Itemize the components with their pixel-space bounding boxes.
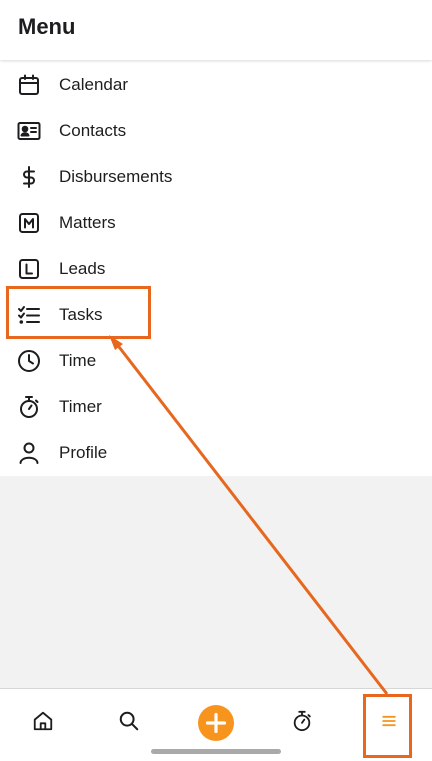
menu-item-leads[interactable]: Leads	[0, 246, 432, 292]
stopwatch-icon	[291, 710, 313, 732]
menu-item-disbursements[interactable]: Disbursements	[0, 154, 432, 200]
menu-item-label: Contacts	[59, 121, 127, 140]
page-title: Menu	[18, 14, 76, 39]
search-button[interactable]	[111, 703, 147, 739]
empty-content-area	[0, 476, 432, 688]
menu-item-timer[interactable]: Timer	[0, 384, 432, 430]
menu-item-contacts[interactable]: Contacts	[0, 108, 432, 154]
menu-item-label: Profile	[59, 443, 108, 462]
timer-nav-button[interactable]	[284, 703, 320, 739]
menu-item-label: Calendar	[59, 75, 128, 94]
person-icon	[17, 441, 41, 465]
menu-item-calendar[interactable]: Calendar	[0, 62, 432, 108]
menu-item-label: Timer	[59, 397, 102, 416]
menu-item-label: Time	[59, 351, 97, 370]
menu-item-matters[interactable]: Matters	[0, 200, 432, 246]
add-button[interactable]	[198, 704, 234, 746]
home-icon	[32, 710, 54, 732]
bottom-navigation-bar	[0, 688, 432, 761]
menu-item-profile[interactable]: Profile	[0, 430, 432, 476]
plus-icon	[198, 704, 234, 746]
menu-item-tasks[interactable]: Tasks	[0, 292, 432, 338]
calendar-icon	[17, 73, 41, 97]
menu-item-label: Disbursements	[59, 167, 173, 186]
app-header: Menu	[0, 0, 432, 60]
hamburger-menu-icon	[379, 711, 399, 731]
menu-item-label: Tasks	[59, 305, 103, 324]
search-icon	[118, 710, 140, 732]
menu-item-label: Matters	[59, 213, 116, 232]
menu-list: Calendar Contacts Disbursements Matters …	[0, 62, 432, 476]
l-box-icon	[17, 257, 41, 281]
menu-item-time[interactable]: Time	[0, 338, 432, 384]
menu-item-label: Leads	[59, 259, 106, 278]
dollar-icon	[17, 165, 41, 189]
clock-icon	[17, 349, 41, 373]
home-button[interactable]	[25, 703, 61, 739]
home-indicator-bar	[151, 749, 281, 754]
m-box-icon	[17, 211, 41, 235]
checklist-icon	[17, 303, 41, 327]
contact-card-icon	[17, 119, 41, 143]
menu-nav-button[interactable]	[371, 703, 407, 739]
stopwatch-icon	[17, 395, 41, 419]
